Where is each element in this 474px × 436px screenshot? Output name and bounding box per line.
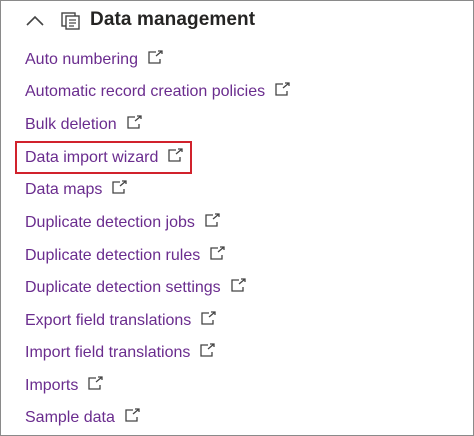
open-in-new-window-icon xyxy=(204,212,221,228)
link-label: Export field translations xyxy=(25,312,192,329)
link-auto-numbering[interactable]: Auto numbering xyxy=(25,46,164,74)
link-sample-data[interactable]: Sample data xyxy=(25,404,141,432)
link-label: Auto numbering xyxy=(25,51,138,68)
section-title: Data management xyxy=(90,9,256,30)
link-label: Duplicate detection rules xyxy=(25,247,201,264)
open-in-new-window-icon xyxy=(209,245,226,261)
open-in-new-window-icon xyxy=(167,147,184,163)
link-label: Data maps xyxy=(25,181,103,198)
chevron-up-icon xyxy=(26,15,44,26)
link-export-field-translations[interactable]: Export field translations xyxy=(25,307,217,335)
link-data-maps[interactable]: Data maps xyxy=(25,176,128,204)
link-label: Import field translations xyxy=(25,344,191,361)
open-in-new-window-icon xyxy=(87,375,104,391)
link-import-field-translations[interactable]: Import field translations xyxy=(25,339,216,367)
link-label: Sample data xyxy=(25,409,115,426)
data-management-icon xyxy=(59,8,83,32)
open-in-new-window-icon xyxy=(274,81,291,97)
open-in-new-window-icon xyxy=(124,407,141,423)
link-automatic-record-creation-policies[interactable]: Automatic record creation policies xyxy=(25,78,291,106)
link-data-import-wizard[interactable]: Data import wizard xyxy=(25,144,184,172)
link-label: Duplicate detection jobs xyxy=(25,214,195,231)
section-header: Data management xyxy=(1,1,473,41)
link-label: Automatic record creation policies xyxy=(25,83,266,100)
open-in-new-window-icon xyxy=(200,310,217,326)
link-duplicate-detection-jobs[interactable]: Duplicate detection jobs xyxy=(25,209,221,237)
link-label: Bulk deletion xyxy=(25,116,117,133)
link-label: Duplicate detection settings xyxy=(25,279,221,296)
open-in-new-window-icon xyxy=(147,49,164,65)
link-duplicate-detection-settings[interactable]: Duplicate detection settings xyxy=(25,274,247,302)
link-label: Imports xyxy=(25,377,79,394)
open-in-new-window-icon xyxy=(111,179,128,195)
open-in-new-window-icon xyxy=(199,342,216,358)
link-imports[interactable]: Imports xyxy=(25,372,104,400)
link-duplicate-detection-rules[interactable]: Duplicate detection rules xyxy=(25,242,226,270)
link-bulk-deletion[interactable]: Bulk deletion xyxy=(25,111,143,139)
collapse-section-button[interactable] xyxy=(21,7,49,35)
open-in-new-window-icon xyxy=(126,114,143,130)
link-label: Data import wizard xyxy=(25,149,159,166)
open-in-new-window-icon xyxy=(230,277,247,293)
settings-panel: Data management Auto numbering Automatic… xyxy=(0,0,474,436)
